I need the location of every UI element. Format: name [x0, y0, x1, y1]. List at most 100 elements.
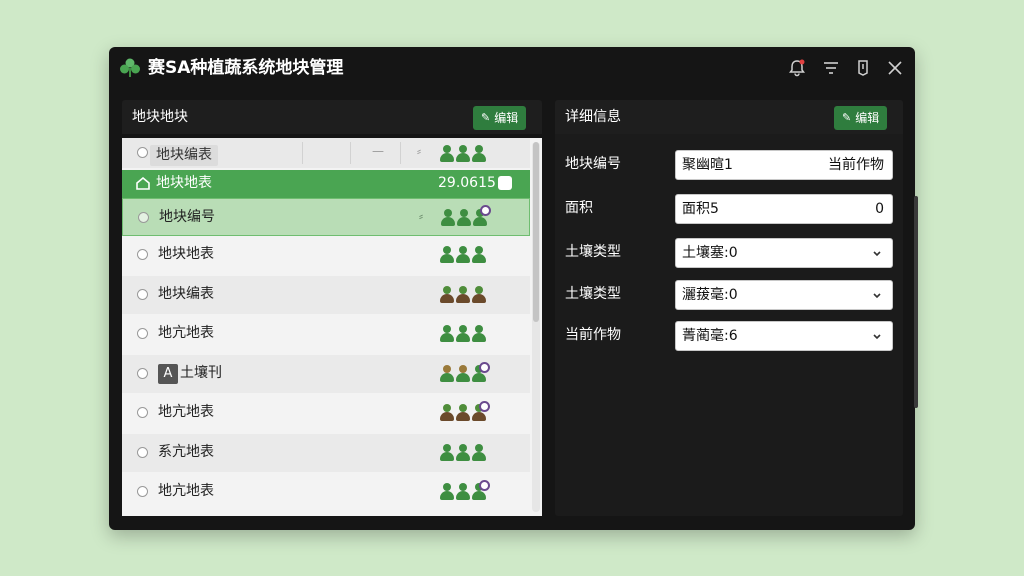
row-radio[interactable] — [137, 407, 148, 418]
pin-icon — [858, 60, 868, 76]
list-scroll-thumb[interactable] — [533, 142, 539, 322]
people-icon — [440, 143, 486, 163]
people-icon — [440, 244, 486, 264]
bell-icon — [789, 59, 805, 77]
filter-icon — [824, 62, 838, 74]
field-label: 土壤类型 — [565, 286, 621, 302]
list-item-label: 地块编表 — [158, 286, 214, 302]
search-icon — [479, 480, 490, 491]
column-divider — [302, 142, 303, 164]
row-radio[interactable] — [137, 447, 148, 458]
pencil-icon: ✎ — [481, 111, 491, 124]
plot-list-panel: 地块地块 ✎ 编辑 地块编表 — ⸗ 地块地表 29.0615 地块编号 ⸗ 地… — [122, 100, 542, 516]
field-value: 灑菝毫:0 — [682, 287, 738, 303]
column-divider — [350, 142, 351, 164]
chevron-down-icon — [873, 251, 881, 257]
field-soil-type: 土壤类型 土壤塞:0 — [555, 238, 903, 268]
detail-title: 详细信息 — [565, 109, 621, 125]
field-area: 面积 面积5 0 — [555, 194, 903, 224]
list-item-label: 地块地表 — [158, 246, 214, 262]
search-icon — [479, 401, 490, 412]
plot-list-title: 地块地块 — [132, 109, 188, 125]
list-item[interactable]: 地亢地表 — [122, 394, 530, 432]
plot-list-edit-button[interactable]: ✎ 编辑 — [473, 106, 527, 130]
list-scrollbar[interactable] — [532, 142, 540, 512]
list-item-label: 地亢地表 — [158, 404, 214, 420]
field-value: 面积5 — [682, 201, 719, 217]
list-item[interactable]: 地块编号 ⸗ — [122, 198, 530, 236]
edit-button-label: 编辑 — [494, 111, 519, 125]
row-radio[interactable] — [138, 212, 149, 223]
column-dash: — — [372, 144, 384, 158]
notification-button[interactable] — [787, 58, 807, 78]
row-radio[interactable] — [137, 289, 148, 300]
field-label: 地块编号 — [565, 156, 621, 172]
field-current-crop: 当前作物 菁蔺毫:6 — [555, 321, 903, 351]
row-radio[interactable] — [137, 486, 148, 497]
row-radio[interactable] — [137, 249, 148, 260]
list-item-label: 地块编号 — [159, 209, 215, 225]
list-item-label: 地亢地表 — [158, 325, 214, 341]
plot-list[interactable]: 地块编表 — ⸗ 地块地表 29.0615 地块编号 ⸗ 地块地表 地块编表 地… — [122, 138, 542, 516]
field-label: 面积 — [565, 200, 593, 216]
detail-header: 详细信息 ✎ 编辑 — [555, 100, 903, 134]
list-item[interactable]: 地块编表 — [122, 276, 530, 314]
list-item-date: 29.0615 — [438, 175, 496, 191]
field-value: 聚幽暄1 — [682, 157, 733, 173]
close-icon — [888, 61, 902, 75]
list-item[interactable]: 地块地表 — [122, 236, 530, 274]
plot-list-header: 地块地块 ✎ 编辑 — [122, 100, 542, 134]
list-item[interactable]: 地亢地表 — [122, 315, 530, 353]
field-value: 土壤塞:0 — [682, 245, 738, 261]
people-icon — [440, 284, 486, 304]
detail-scrollbar[interactable] — [914, 196, 918, 408]
list-item-label: 系亢地表 — [158, 444, 214, 460]
filter-button[interactable] — [821, 58, 841, 78]
list-item-selected[interactable]: 地块地表 29.0615 — [122, 170, 530, 198]
detail-panel: 详细信息 ✎ 编辑 地块编号 聚幽暄1 当前作物 面积 面积5 0 土壤类型 土… — [555, 100, 918, 516]
header-label: 地块编表 — [150, 145, 218, 166]
field-label: 当前作物 — [565, 327, 621, 343]
field-value: 菁蔺毫:6 — [682, 328, 738, 344]
chevron-down-icon — [873, 293, 881, 299]
list-item[interactable]: 地亢地表 — [122, 473, 530, 511]
search-icon — [480, 205, 491, 216]
title-bar: 赛SA种植蔬系统地块管理 — [109, 47, 915, 89]
search-icon — [479, 362, 490, 373]
list-item-label: 地亢地表 — [158, 483, 214, 499]
row-glyph: ⸗ — [419, 209, 423, 223]
list-item[interactable]: 系亢地表 — [122, 434, 530, 472]
detail-edit-button[interactable]: ✎ 编辑 — [834, 106, 888, 130]
column-glyph: ⸗ — [417, 144, 421, 158]
list-item-label: 地块地表 — [156, 175, 212, 191]
list-item[interactable]: A 土壤刊 — [122, 355, 530, 393]
column-divider — [400, 142, 401, 164]
header-radio[interactable] — [137, 147, 148, 158]
people-icon — [440, 323, 486, 343]
app-title: 赛SA种植蔬系统地块管理 — [148, 58, 344, 78]
clover-logo-icon — [120, 58, 140, 77]
field-plot-id: 地块编号 聚幽暄1 当前作物 — [555, 150, 903, 180]
field-suffix: 0 — [875, 201, 884, 217]
list-header-row[interactable]: 地块编表 — ⸗ — [122, 138, 530, 168]
field-soil-type-2: 土壤类型 灑菝毫:0 — [555, 280, 903, 310]
plot-id-input[interactable]: 聚幽暄1 当前作物 — [675, 150, 893, 180]
list-item-label: 土壤刊 — [180, 365, 222, 381]
soil-type-select-2[interactable]: 灑菝毫:0 — [675, 280, 893, 310]
chevron-down-icon — [873, 334, 881, 340]
comment-icon[interactable] — [498, 176, 512, 190]
current-crop-select[interactable]: 菁蔺毫:6 — [675, 321, 893, 351]
soil-type-select[interactable]: 土壤塞:0 — [675, 238, 893, 268]
field-label: 土壤类型 — [565, 244, 621, 260]
area-input[interactable]: 面积5 0 — [675, 194, 893, 224]
home-icon — [136, 177, 150, 190]
row-radio[interactable] — [137, 368, 148, 379]
pin-button[interactable] — [853, 58, 873, 78]
close-button[interactable] — [885, 58, 905, 78]
tag-icon: A — [158, 364, 178, 384]
people-icon — [440, 442, 486, 462]
row-radio[interactable] — [137, 328, 148, 339]
pencil-icon: ✎ — [842, 111, 852, 124]
app-window: 赛SA种植蔬系统地块管理 地块地块 ✎ 编辑 地块编表 — ⸗ 地块地表 29.… — [109, 47, 918, 530]
field-suffix: 当前作物 — [828, 157, 884, 173]
